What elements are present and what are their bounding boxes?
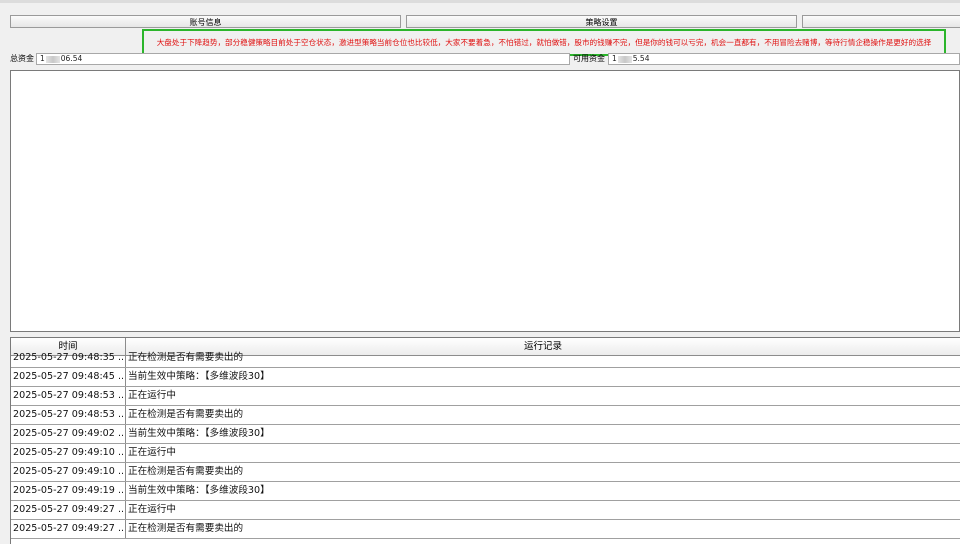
cell-time: 2025-05-27 09:48:45 ... [11,368,126,386]
table-row[interactable]: 2025-05-27 09:48:35 ... 正在检测是否有需要卖出的 [11,349,960,368]
total-funds-label: 总资金 [10,54,34,63]
total-funds-field: 1 06.54 [36,53,570,65]
table-row[interactable]: 2025-05-27 09:49:27 ... 正在运行中 [11,501,960,520]
cell-record: 当前生效中策略：【多维波段30】 [128,428,270,439]
window-top-edge [0,0,960,3]
table-row[interactable]: 2025-05-27 09:49:02 ... 当前生效中策略：【多维波段30】 [11,425,960,444]
tab-account-info[interactable]: 账号信息 [10,15,401,28]
tab-third[interactable] [802,15,960,28]
market-notice-text: 大盘处于下降趋势，部分稳健策略目前处于空仓状态，激进型策略当前仓位也比较低，大家… [156,38,932,47]
cell-time: 2025-05-27 09:49:27 ... [11,501,126,519]
table-row[interactable]: 2025-05-27 09:49:10 ... 正在检测是否有需要卖出的 [11,463,960,482]
cell-time: 2025-05-27 09:48:35 ... [11,349,126,367]
cell-time: 2025-05-27 09:48:53 ... [11,406,126,424]
cell-record: 正在检测是否有需要卖出的 [128,352,244,363]
table-row[interactable]: 2025-05-27 09:49:19 ... 当前生效中策略：【多维波段30】 [11,482,960,501]
market-notice-banner: 大盘处于下降趋势，部分稳健策略目前处于空仓状态，激进型策略当前仓位也比较低，大家… [142,29,946,56]
redacted-mark [45,55,60,63]
cell-time: 2025-05-27 09:49:02 ... [11,425,126,443]
cell-time: 2025-05-27 09:49:19 ... [11,482,126,500]
cell-record: 正在运行中 [128,447,176,458]
cell-record: 正在检测是否有需要卖出的 [128,523,244,534]
table-row[interactable]: 2025-05-27 09:49:10 ... 正在运行中 [11,444,960,463]
available-funds-field: 1 5.54 [608,53,960,65]
cell-time: 2025-05-27 09:49:10 ... [11,444,126,462]
run-log-rows: 2025-05-27 09:48:35 ... 正在检测是否有需要卖出的 2025-… [11,349,960,539]
run-log-table[interactable]: 时间 运行记录 2025-05-27 09:48:35 ... 正在检测是否有需要… [10,337,960,544]
total-funds-suffix: 06.54 [60,54,83,63]
tab-strategy-settings[interactable]: 策略设置 [406,15,797,28]
cell-record: 正在检测是否有需要卖出的 [128,409,244,420]
table-row[interactable]: 2025-05-27 09:48:53 ... 正在检测是否有需要卖出的 [11,406,960,425]
table-row[interactable]: 2025-05-27 09:48:53 ... 正在运行中 [11,387,960,406]
available-funds-prefix: 1 [612,54,617,63]
total-funds-prefix: 1 [40,54,45,63]
cell-time: 2025-05-27 09:49:10 ... [11,463,126,481]
cell-record: 正在检测是否有需要卖出的 [128,466,244,477]
table-row[interactable]: 2025-05-27 09:49:27 ... 正在检测是否有需要卖出的 [11,520,960,539]
table-row[interactable]: 2025-05-27 09:48:45 ... 当前生效中策略：【多维波段30】 [11,368,960,387]
cell-record: 当前生效中策略：【多维波段30】 [128,371,270,382]
cell-time: 2025-05-27 09:48:53 ... [11,387,126,405]
blank-content-panel [10,70,960,332]
cell-record: 当前生效中策略：【多维波段30】 [128,485,270,496]
redacted-mark [617,55,632,63]
cell-record: 正在运行中 [128,390,176,401]
available-funds-label: 可用资金 [573,54,605,63]
cell-time: 2025-05-27 09:49:27 ... [11,520,126,538]
available-funds-suffix: 5.54 [632,54,650,63]
cell-record: 正在运行中 [128,504,176,515]
